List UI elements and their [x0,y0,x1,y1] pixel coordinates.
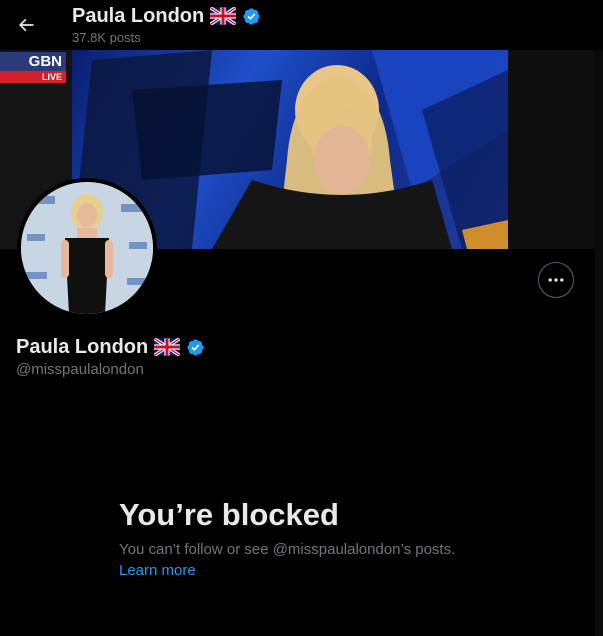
top-bar: Paula London 37.8K posts [0,0,603,50]
posts-count: 37.8K posts [72,30,141,45]
gbn-logo: GBN [0,52,66,71]
profile-name: Paula London [16,336,149,358]
profile-page: Paula London 37.8K posts GBN LIVE Paula … [0,0,603,636]
scrollbar[interactable] [595,50,603,636]
verified-badge-icon [243,7,260,25]
profile-avatar[interactable] [17,178,157,318]
header-name: Paula London [72,5,205,27]
banner-right-panel [508,50,603,249]
learn-more-link[interactable]: Learn more [119,562,196,580]
blocked-description: You can’t follow or see @misspaulalondon… [119,541,456,558]
more-options-button[interactable] [538,262,574,298]
live-badge: LIVE [0,71,66,83]
uk-flag-icon [210,7,237,25]
profile-handle: @misspaulalondon [16,361,144,378]
avatar-illustration [21,182,153,314]
more-dots-icon [548,278,564,282]
blocked-title: You’re blocked [119,497,339,532]
profile-name-row: Paula London [16,335,205,359]
avatar-photo [21,182,153,314]
back-button[interactable] [8,7,44,43]
arrow-left-icon [18,18,34,32]
header-title-row: Paula London [72,4,261,28]
uk-flag-icon [154,338,181,356]
verified-badge-icon[interactable] [186,338,205,357]
